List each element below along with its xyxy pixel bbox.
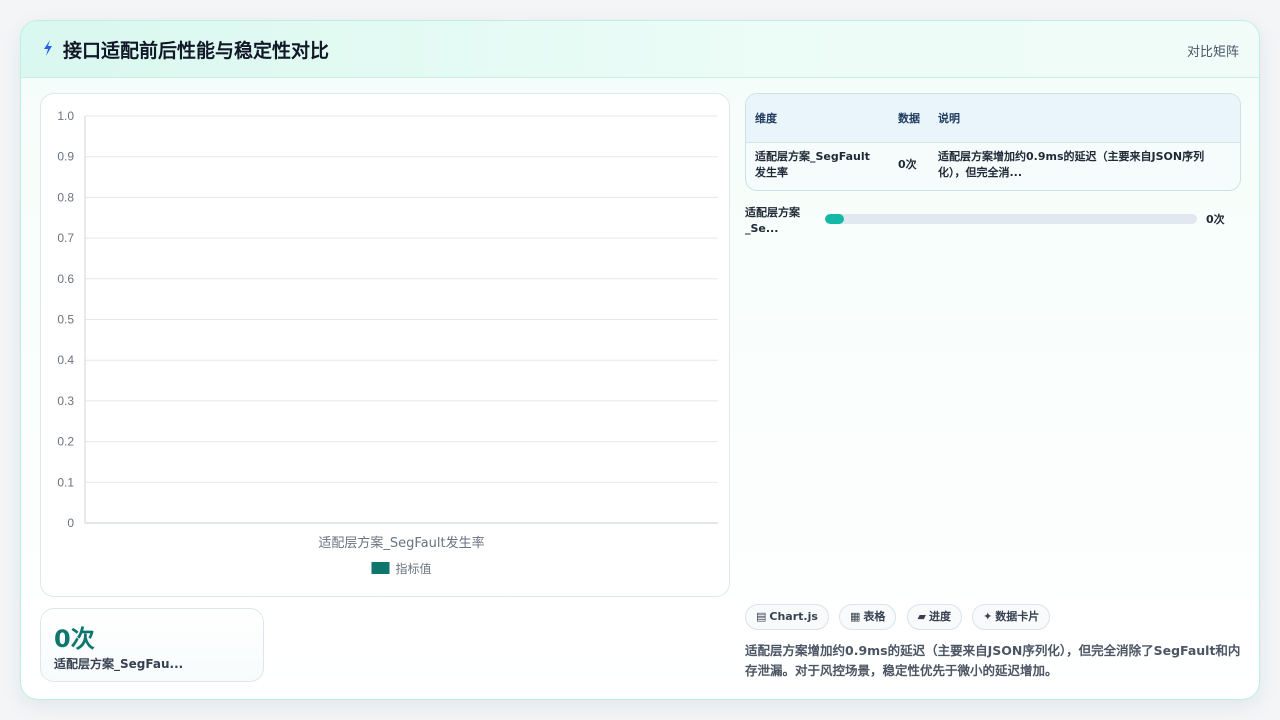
cell-data: 0次 <box>898 157 917 171</box>
stat-label: 适配层方案_SegFau... <box>54 657 184 671</box>
progress-row: 适配层方案_Se... 0次 <box>745 205 1239 237</box>
chip-data-card[interactable]: ✦ 数据卡片 <box>972 604 1051 630</box>
y-tick-label: 0.6 <box>57 272 74 286</box>
header-dimension: 维度 <box>746 94 889 143</box>
y-tick-label: 0.8 <box>57 190 74 204</box>
stat-value: 0次 <box>54 625 95 653</box>
y-tick-label: 0.4 <box>57 353 74 367</box>
stat-card: 0次 适配层方案_SegFau... <box>40 608 264 682</box>
chip-chartjs[interactable]: ▤ Chart.js <box>745 604 829 630</box>
chart-icon: ▤ <box>756 610 767 623</box>
y-tick-label: 0.1 <box>57 475 74 489</box>
page-title: 接口适配前后性能与稳定性对比 <box>63 40 330 62</box>
comparison-table: 维度 数据 说明 适配层方案_SegFault发生率 0次 适配层方案增加约0.… <box>745 93 1241 191</box>
y-tick-label: 0.9 <box>57 150 74 164</box>
progress-icon: ▰ <box>917 610 926 623</box>
x-tick-label: 适配层方案_SegFault发生率 <box>318 535 484 551</box>
progress-track <box>825 214 1197 224</box>
y-tick-label: 0 <box>67 516 74 530</box>
progress-fill <box>825 214 844 224</box>
table-row: 适配层方案_SegFault发生率 0次 适配层方案增加约0.9ms的延迟（主要… <box>746 142 1240 187</box>
cell-note: 适配层方案增加约0.9ms的延迟（主要来自JSON序列化），但完全消... <box>938 149 1205 179</box>
bar-chart-panel: 0 0.1 0.2 0.3 0.4 0.5 0.6 0.7 0.8 0.9 1.0 适配层方案_Seg… <box>40 93 730 597</box>
header-data: 数据 <box>889 94 929 143</box>
chip-progress[interactable]: ▰ 进度 <box>906 604 962 630</box>
table-header-row: 维度 数据 说明 <box>746 94 1240 143</box>
y-tick-label: 0.2 <box>57 435 74 449</box>
chip-label: 进度 <box>928 610 951 623</box>
comparison-matrix-link[interactable]: 对比矩阵 <box>1187 41 1239 60</box>
y-tick-label: 0.5 <box>57 313 74 327</box>
lightning-icon <box>44 40 52 56</box>
y-tick-label: 1.0 <box>57 109 74 123</box>
legend-label: 指标值 <box>396 561 432 576</box>
chip-label: Chart.js <box>769 610 818 623</box>
cell-dimension: 适配层方案_SegFault发生率 <box>755 149 870 179</box>
progress-label: 适配层方案_Se... <box>745 206 800 235</box>
view-switcher: ▤ Chart.js ▦ 表格 ▰ 进度 ✦ 数据卡片 <box>745 604 1055 630</box>
sparkle-icon: ✦ <box>983 610 993 623</box>
comparison-card: 接口适配前后性能与稳定性对比 对比矩阵 0 0.1 0.2 0.3 0.4 0.5 0.6 0… <box>20 20 1260 700</box>
summary-text: 适配层方案增加约0.9ms的延迟（主要来自JSON序列化），但完全消除了SegF… <box>745 643 1241 678</box>
header-note: 说明 <box>929 94 1240 143</box>
chip-label: 表格 <box>863 610 886 623</box>
y-tick-label: 0.7 <box>57 231 74 245</box>
card-header: 接口适配前后性能与稳定性对比 对比矩阵 <box>21 21 1259 78</box>
y-tick-label: 0.3 <box>57 394 74 408</box>
bar-chart: 0 0.1 0.2 0.3 0.4 0.5 0.6 0.7 0.8 0.9 1.0 适配层方案_Seg… <box>57 109 718 576</box>
chip-label: 数据卡片 <box>995 610 1040 623</box>
chip-table[interactable]: ▦ 表格 <box>839 604 897 630</box>
legend-swatch <box>371 562 390 574</box>
table-icon: ▦ <box>850 610 861 623</box>
progress-value: 0次 <box>1206 213 1225 226</box>
